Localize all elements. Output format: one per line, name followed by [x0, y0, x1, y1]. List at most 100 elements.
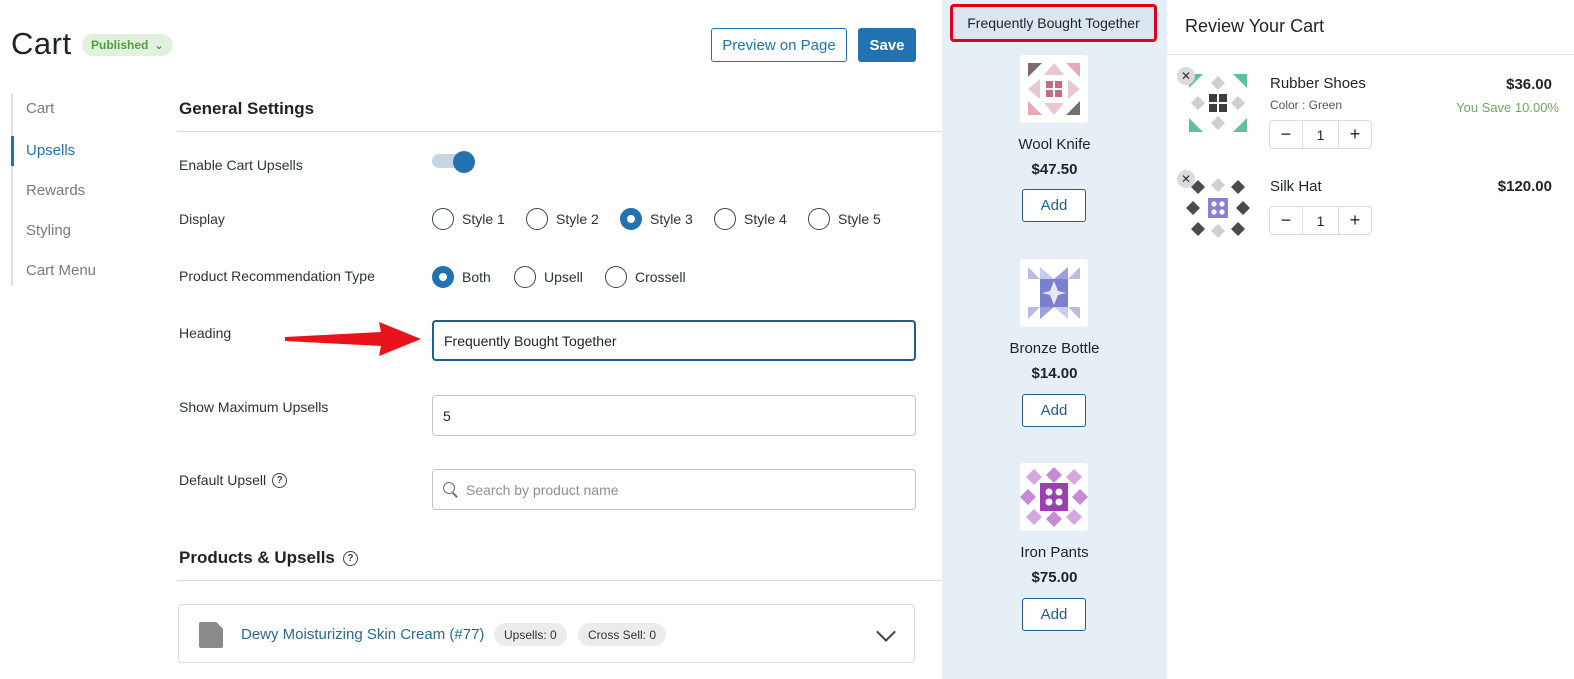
settings-area: Cart Published ⌄ Preview on Page Save Ca…: [0, 0, 942, 679]
radio-circle: [620, 208, 642, 230]
radio-style-5[interactable]: Style 5: [808, 208, 881, 230]
cart-item-variant: Color : Green: [1270, 98, 1343, 112]
radio-style-1[interactable]: Style 1: [432, 208, 505, 230]
quilt-pattern-icon: [1186, 178, 1250, 238]
status-badge[interactable]: Published ⌄: [82, 34, 173, 56]
radio-crossell[interactable]: Crossell: [605, 266, 686, 288]
page-title: Cart: [11, 26, 72, 61]
product-thumbnail: [1185, 175, 1251, 241]
radio-label: Style 4: [744, 211, 787, 227]
radio-style-2[interactable]: Style 2: [526, 208, 599, 230]
radio-label: Both: [462, 269, 491, 285]
cart-item-savings: You Save 10.00%: [1456, 100, 1559, 115]
plus-icon[interactable]: +: [1339, 210, 1371, 231]
enable-upsells-label: Enable Cart Upsells: [179, 157, 303, 173]
divider: [177, 580, 942, 581]
radio-label: Style 2: [556, 211, 599, 227]
products-upsells-label: Products & Upsells: [179, 548, 335, 567]
chevron-down-icon: ⌄: [154, 39, 164, 52]
radio-circle: [432, 208, 454, 230]
cart-title: Review Your Cart: [1185, 16, 1325, 36]
heading-label: Heading: [179, 325, 232, 341]
radio-label: Upsell: [544, 269, 583, 285]
products-upsells-title: Products & Upsells ?: [179, 548, 358, 568]
radio-circle: [808, 208, 830, 230]
upsell-product-price: $47.50: [1031, 161, 1078, 178]
quantity-value[interactable]: 1: [1302, 207, 1339, 234]
minus-icon[interactable]: −: [1270, 124, 1302, 145]
cross-sell-count-badge: Cross Sell: 0: [578, 623, 667, 646]
plus-icon[interactable]: +: [1339, 124, 1371, 145]
cart-item-name: Silk Hat: [1270, 178, 1322, 195]
general-settings-label: General Settings: [179, 99, 315, 118]
radio-label: Style 3: [650, 211, 693, 227]
quilt-pattern-icon: [1189, 74, 1247, 132]
default-upsell-label: Default Upsell ?: [179, 472, 288, 488]
nav-item-cart[interactable]: Cart: [26, 100, 54, 117]
radio-label: Crossell: [635, 269, 686, 285]
nav-item-styling[interactable]: Styling: [26, 222, 71, 239]
cart-item-name: Rubber Shoes: [1270, 75, 1366, 92]
add-button[interactable]: Add: [1022, 598, 1086, 631]
radio-upsell[interactable]: Upsell: [514, 266, 583, 288]
product-thumbnail: [1185, 70, 1251, 136]
quilt-pattern-icon: [1028, 267, 1080, 319]
add-button[interactable]: Add: [1022, 189, 1086, 222]
settings-nav: Cart Upsells Rewards Styling Cart Menu: [11, 94, 131, 286]
nav-item-upsells[interactable]: Upsells: [26, 142, 75, 159]
quilt-pattern-icon: [1020, 467, 1088, 527]
max-upsells-value: 5: [443, 407, 451, 424]
radio-style-4[interactable]: Style 4: [714, 208, 787, 230]
recommendation-type-label: Product Recommendation Type: [179, 268, 375, 284]
upsell-product-name: Iron Pants: [1020, 544, 1089, 561]
product-row[interactable]: Dewy Moisturizing Skin Cream (#77) Upsel…: [178, 604, 915, 663]
upsell-product-price: $75.00: [1031, 569, 1078, 586]
cart-item-price: $120.00: [1497, 178, 1552, 195]
search-icon: [443, 482, 458, 497]
radio-label: Style 5: [838, 211, 881, 227]
radio-circle: [605, 266, 627, 288]
max-upsells-label: Show Maximum Upsells: [179, 399, 329, 415]
preview-button[interactable]: Preview on Page: [711, 28, 847, 62]
quantity-value[interactable]: 1: [1302, 121, 1339, 148]
document-icon: [199, 622, 223, 648]
toggle-knob: [453, 151, 475, 173]
max-upsells-input[interactable]: 5: [432, 395, 916, 436]
add-button[interactable]: Add: [1022, 394, 1086, 427]
radio-label: Style 1: [462, 211, 505, 227]
quantity-stepper: − 1 +: [1269, 206, 1372, 235]
general-settings-title: General Settings: [179, 99, 314, 119]
enable-upsells-toggle[interactable]: [432, 151, 476, 173]
default-upsell-text: Default Upsell: [179, 472, 267, 488]
divider: [1167, 54, 1574, 55]
upsell-product-name: Bronze Bottle: [1009, 340, 1100, 357]
quantity-stepper: − 1 +: [1269, 120, 1372, 149]
nav-item-cart-menu[interactable]: Cart Menu: [26, 262, 96, 279]
minus-icon[interactable]: −: [1270, 210, 1302, 231]
radio-circle: [714, 208, 736, 230]
search-placeholder: Search by product name: [466, 481, 619, 498]
cart-item-price: $36.00: [1506, 76, 1552, 93]
default-upsell-search[interactable]: Search by product name: [432, 469, 916, 510]
chevron-down-icon[interactable]: [876, 622, 896, 642]
divider: [177, 131, 942, 132]
product-thumbnail: [1020, 463, 1088, 531]
nav-item-rewards[interactable]: Rewards: [26, 182, 85, 199]
help-icon[interactable]: ?: [272, 472, 288, 488]
cart-panel: Review Your Cart ✕ Rubber Shoes Color : …: [1167, 0, 1574, 679]
display-label: Display: [179, 211, 225, 227]
upsell-product-price: $14.00: [1031, 365, 1078, 382]
upsell-product-name: Wool Knife: [1018, 136, 1091, 153]
heading-input[interactable]: Frequently Bought Together: [432, 320, 916, 361]
radio-both[interactable]: Both: [432, 266, 491, 288]
upsell-heading: Frequently Bought Together: [950, 4, 1157, 42]
help-icon[interactable]: ?: [342, 550, 358, 566]
quilt-pattern-icon: [1028, 63, 1080, 115]
radio-style-3[interactable]: Style 3: [620, 208, 693, 230]
product-name[interactable]: Dewy Moisturizing Skin Cream (#77): [241, 626, 484, 643]
remove-item-icon[interactable]: ✕: [1177, 170, 1195, 188]
upsells-count-badge: Upsells: 0: [494, 623, 567, 646]
heading-input-value: Frequently Bought Together: [444, 332, 617, 349]
remove-item-icon[interactable]: ✕: [1177, 67, 1195, 85]
save-button[interactable]: Save: [858, 28, 916, 62]
